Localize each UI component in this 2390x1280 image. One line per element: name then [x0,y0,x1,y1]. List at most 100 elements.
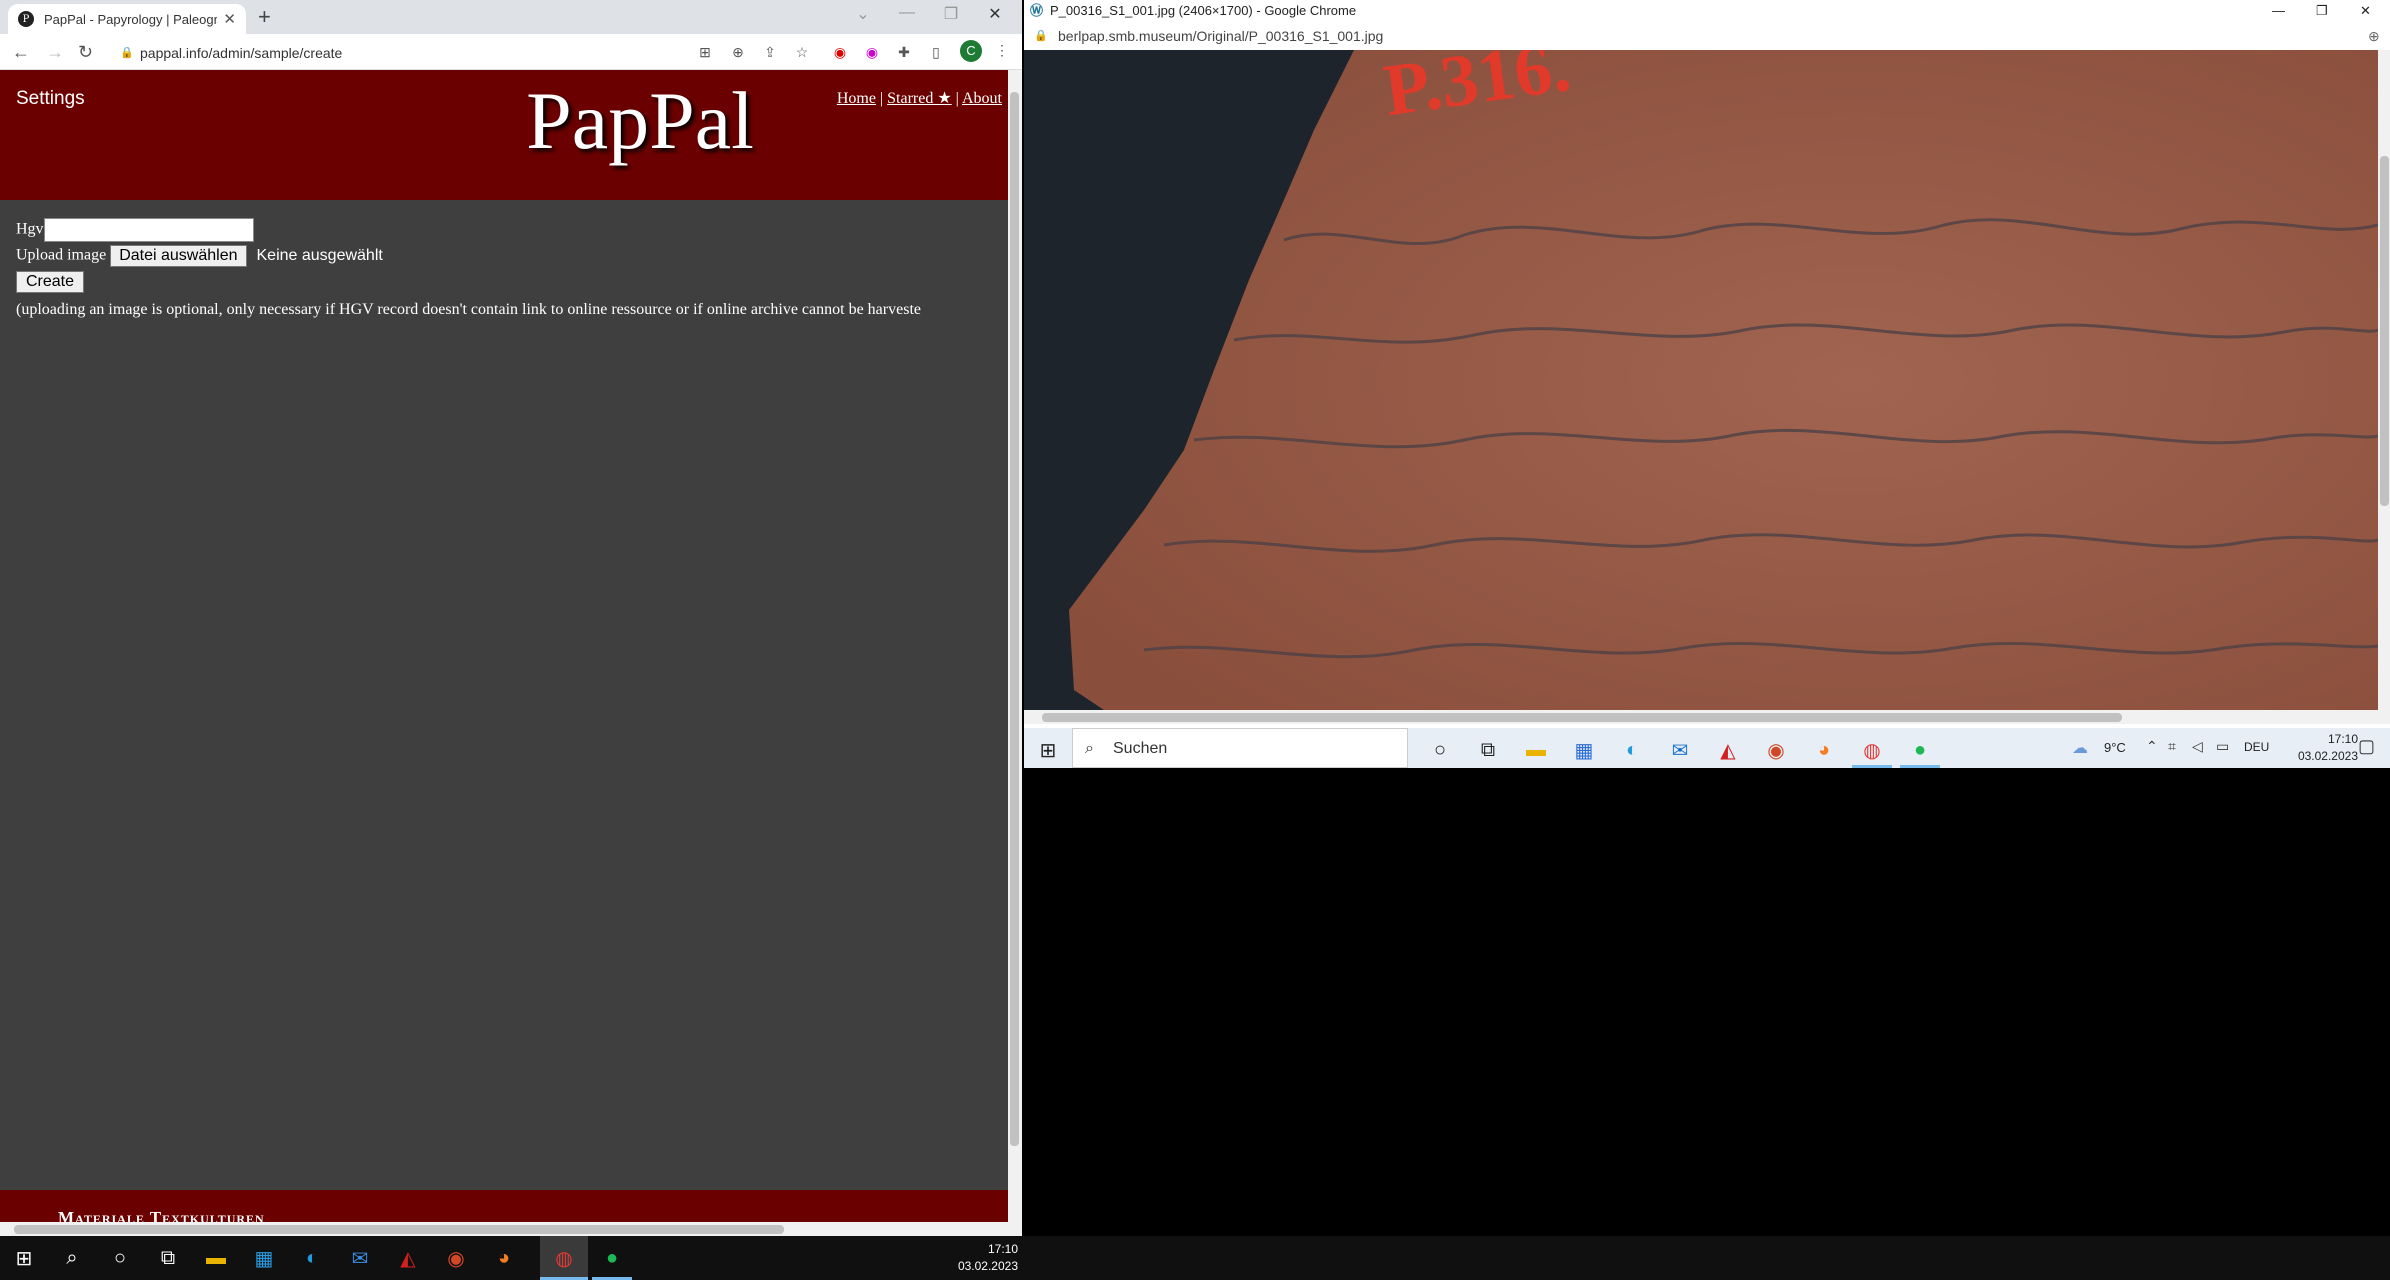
horizontal-scroll-thumb[interactable] [14,1225,784,1234]
powerpoint-icon[interactable]: ◉ [1752,728,1800,772]
tab-title: PapPal - Papyrology | Paleograph [44,11,218,27]
top-nav: Home | Starred ★ | About [837,88,1002,108]
papyrus-image[interactable]: P.316. [1024,50,2378,710]
papyrus-photo [1024,50,2378,710]
horizontal-scroll-thumb[interactable] [1042,713,2122,722]
close-window-icon[interactable]: ✕ [980,4,1010,24]
restore-icon[interactable]: ❐ [936,4,966,24]
file-explorer-icon[interactable]: ▬ [1512,728,1560,772]
wordpress-favicon-icon: Ⓦ [1030,3,1044,18]
search-icon[interactable]: ⌕ [48,1236,96,1280]
vertical-scroll-thumb[interactable] [2380,156,2389,506]
start-windows-icon[interactable]: ⊞ [1024,728,1072,772]
taskbar-clock[interactable]: 17:10 03.02.2023 [2274,731,2358,765]
lock-icon: 🔒 [1034,30,1048,42]
upload-note: (uploading an image is optional, only ne… [16,301,921,318]
forward-icon[interactable]: → [46,42,64,63]
url-field[interactable]: 🔒 pappal.info/admin/sample/create [110,40,680,66]
clock-date: 03.02.2023 [2297,749,2358,763]
hgv-input[interactable] [43,218,254,242]
left-browser-window: P PapPal - Papyrology | Paleograph ✕ + ⌄… [0,0,1022,1236]
taskbar-search-box[interactable]: ⌕ Suchen [1072,728,1408,768]
site-header: Settings PapPal Home | Starred ★ | About [0,70,1008,200]
address-bar: ← → ↻ 🔒 pappal.info/admin/sample/create … [0,34,1022,70]
task-view-icon[interactable]: ⧉ [144,1236,192,1280]
cortana-icon[interactable]: ○ [1416,728,1464,772]
minimize-icon[interactable]: — [2272,0,2285,22]
clock-time: 17:10 [987,1242,1018,1256]
page-content: Settings PapPal Home | Starred ★ | About… [0,70,1008,1236]
search-placeholder: Suchen [1113,740,1168,757]
firefox-icon[interactable]: ◕ [1800,728,1848,772]
language-indicator[interactable]: DEU [2244,740,2269,754]
tab-pappal[interactable]: P PapPal - Papyrology | Paleograph ✕ [8,4,246,34]
weather-cloud-icon[interactable]: ☁ [2072,738,2088,758]
store-icon[interactable]: ▦ [1560,728,1608,772]
edge-icon[interactable]: ◐ [288,1236,336,1280]
restore-icon[interactable]: ❐ [2316,0,2328,22]
taskbar-clock[interactable]: 17:10 03.02.2023 [930,1241,1018,1275]
close-window-icon[interactable]: ✕ [2360,0,2371,22]
volume-icon[interactable]: ◁ [2192,738,2203,755]
create-button[interactable]: Create [16,271,85,293]
choose-file-button[interactable]: Datei auswählen [110,245,247,267]
window-title: P_00316_S1_001.jpg (2406×1700) - Google … [1050,3,1357,18]
extension-purple-icon[interactable]: ◉ [864,44,880,60]
address-bar: 🔒 berlpap.smb.museum/Original/P_00316_S1… [1024,22,2390,50]
search-icon: ⌕ [1085,740,1094,757]
vertical-scroll-thumb[interactable] [1010,92,1019,1146]
url-text[interactable]: berlpap.smb.museum/Original/P_00316_S1_0… [1058,22,1383,50]
task-view-icon[interactable]: ⧉ [1464,728,1512,772]
side-panel-icon[interactable]: ▯ [928,44,944,60]
translate-icon[interactable]: ⊞ [697,44,713,60]
spotify-icon[interactable]: ● [588,1236,636,1280]
lock-icon: 🔒 [120,47,134,59]
menu-kebab-icon[interactable]: ⋮ [994,42,1010,58]
zoom-icon[interactable]: ⊕ [730,44,746,60]
store-icon[interactable]: ▦ [240,1236,288,1280]
extension-red-icon[interactable]: ◉ [832,44,848,60]
right-browser-window: Ⓦ P_00316_S1_001.jpg (2406×1700) - Googl… [1024,0,2390,728]
chrome-icon[interactable]: ◍ [540,1236,588,1280]
pappal-favicon-icon: P [18,11,34,27]
mail-icon[interactable]: ✉ [1656,728,1704,772]
nav-starred[interactable]: Starred ★ [887,90,952,107]
minimize-icon[interactable]: — [892,4,922,22]
nav-about[interactable]: About [962,90,1002,107]
weather-temp[interactable]: 9°C [2104,740,2126,755]
tray-chevron-icon[interactable]: ⌃ [2146,738,2158,755]
profile-avatar[interactable]: C [960,40,982,62]
no-file-text: Keine ausgewählt [256,246,383,264]
active-app-indicator [1852,765,1892,768]
tab-strip: P PapPal - Papyrology | Paleograph ✕ + ⌄… [0,0,1022,34]
notification-icon[interactable]: ▢ [2358,736,2375,757]
back-icon[interactable]: ← [12,42,30,63]
powerpoint-icon[interactable]: ◉ [432,1236,480,1280]
cortana-icon[interactable]: ○ [96,1236,144,1280]
bookmark-star-icon[interactable]: ☆ [794,44,810,60]
mail-icon[interactable]: ✉ [336,1236,384,1280]
reload-icon[interactable]: ↻ [78,42,93,63]
nav-home[interactable]: Home [837,90,876,107]
battery-icon[interactable]: ▭ [2216,738,2229,755]
zoom-icon[interactable]: ⊕ [2368,22,2380,50]
new-tab-icon[interactable]: + [258,4,271,30]
upload-row: Upload image Datei auswählen Keine ausge… [16,245,921,267]
acrobat-icon[interactable]: ◭ [1704,728,1752,772]
acrobat-icon[interactable]: ◭ [384,1236,432,1280]
firefox-icon[interactable]: ◕ [480,1236,528,1280]
clock-time: 17:10 [2327,732,2358,746]
create-sample-form: Hgv Upload image Datei auswählen Keine a… [16,218,921,319]
network-icon[interactable]: ⌗ [2168,738,2176,755]
file-explorer-icon[interactable]: ▬ [192,1236,240,1280]
url-text: pappal.info/admin/sample/create [140,45,343,61]
extensions-puzzle-icon[interactable]: ✚ [896,44,912,60]
share-icon[interactable]: ⇪ [762,44,778,60]
tab-search-icon[interactable]: ⌄ [848,4,878,24]
secondary-taskbar: ⊞ ⌕ Suchen ○ ⧉ ▬ ▦ ◐ ✉ ◭ ◉ ◕ ◍ ● ☁ 9°C ⌃… [1024,728,2390,768]
edge-icon[interactable]: ◐ [1608,728,1656,772]
upload-label: Upload image [16,246,107,264]
close-tab-icon[interactable]: ✕ [223,10,236,28]
start-windows-icon[interactable]: ⊞ [0,1236,48,1280]
main-taskbar: ⊞ ⌕ ○ ⧉ ▬ ▦ ◐ ✉ ◭ ◉ ◕ ◍ ● 17:10 03.02.20… [0,1236,2390,1280]
